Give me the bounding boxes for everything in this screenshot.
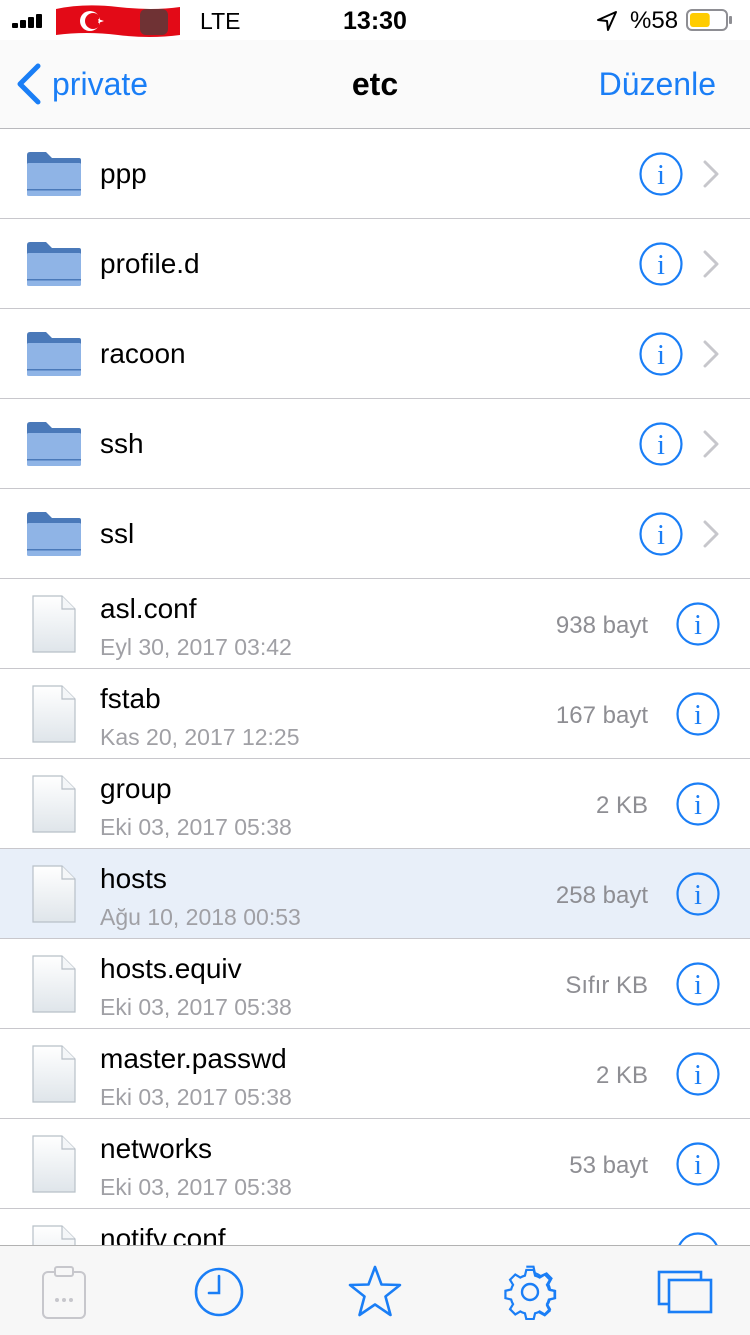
file-name: asl.conf [100,593,197,624]
file-icon [32,685,76,743]
edit-button[interactable]: Düzenle [599,66,716,103]
folder-name: profile.d [100,248,200,279]
info-icon[interactable]: i [676,1052,720,1096]
battery-percent: %58 [630,7,679,34]
info-icon[interactable]: i [639,152,683,196]
folder-icon [27,152,81,196]
file-icon [32,865,76,923]
folder-icon [27,332,81,376]
file-icon [32,595,76,653]
file-size: Sıfır KB [565,972,648,999]
folder-row[interactable]: ssl i [0,489,750,579]
svg-text:i: i [657,160,665,191]
info-icon[interactable]: i [676,782,720,826]
tab-bar [0,1245,750,1335]
svg-text:i: i [694,610,702,641]
battery-icon [686,9,732,31]
info-icon[interactable]: i [676,602,720,646]
folder-row[interactable]: racoon i [0,309,750,399]
file-date: Eki 03, 2017 05:38 [100,1084,292,1110]
file-icon [32,955,76,1013]
gear-icon[interactable] [502,1264,558,1320]
folder-name: ssl [100,518,135,549]
folder-icon [27,512,81,556]
folder-name: ppp [100,158,147,189]
location-arrow-icon [597,11,617,31]
file-name: group [100,773,172,804]
file-row[interactable]: group Eki 03, 2017 05:38 2 KB i [0,759,750,849]
svg-text:i: i [694,880,702,911]
clipboard-icon[interactable] [36,1264,92,1320]
chevron-right-icon [703,340,719,368]
file-row[interactable]: master.passwd Eki 03, 2017 05:38 2 KB i [0,1029,750,1119]
file-size: 167 bayt [555,702,648,729]
info-icon[interactable]: i [676,1142,720,1186]
navigation-bar: private etc Düzenle [0,40,750,129]
folder-row[interactable]: ssh i [0,399,750,489]
chevron-right-icon [703,250,719,278]
file-row-selected[interactable]: hosts Ağu 10, 2018 00:53 258 bayt i [0,849,750,939]
svg-text:i: i [657,520,665,551]
file-date: Eki 03, 2017 05:38 [100,1174,292,1200]
file-icon [32,775,76,833]
folder-icon [27,422,81,466]
chevron-right-icon [703,520,719,548]
file-row[interactable]: notify.conf i [0,1209,750,1245]
file-list: ppp i profile.d i racoon i ssh i ssl i a… [0,129,750,1245]
folder-name: racoon [100,338,186,369]
file-size: 53 bayt [569,1152,648,1179]
file-icon [32,1045,76,1103]
file-icon [32,1225,76,1245]
svg-text:i: i [694,700,702,731]
chevron-right-icon [703,430,719,458]
svg-text:i: i [694,1150,702,1181]
file-name: networks [100,1133,213,1164]
info-icon[interactable]: i [639,422,683,466]
file-row[interactable]: fstab Kas 20, 2017 12:25 167 bayt i [0,669,750,759]
svg-text:i: i [694,970,702,1001]
file-name: hosts.equiv [100,953,242,984]
file-date: Eki 03, 2017 05:38 [100,994,292,1020]
info-icon[interactable]: i [676,872,720,916]
file-name: notify.conf [100,1223,226,1245]
folder-name: ssh [100,428,144,459]
folder-row[interactable]: profile.d i [0,219,750,309]
folder-icon [27,242,81,286]
svg-text:i: i [657,250,665,281]
chevron-right-icon [703,160,719,188]
windows-icon[interactable] [657,1264,713,1320]
file-size: 258 bayt [555,882,648,909]
star-icon[interactable] [347,1264,403,1320]
history-icon[interactable] [191,1264,247,1320]
file-date: Eki 03, 2017 05:38 [100,814,292,840]
file-size: 938 bayt [555,612,648,639]
file-row[interactable]: networks Eki 03, 2017 05:38 53 bayt i [0,1119,750,1209]
file-row[interactable]: asl.conf Eyl 30, 2017 03:42 938 bayt i [0,579,750,669]
file-icon [32,1135,76,1193]
svg-text:i: i [657,340,665,371]
file-size: 2 KB [595,792,648,819]
info-icon[interactable]: i [676,1232,720,1245]
file-row[interactable]: hosts.equiv Eki 03, 2017 05:38 Sıfır KB … [0,939,750,1029]
file-name: fstab [100,683,161,714]
status-bar: LTE 13:30 %58 [0,0,750,40]
file-size: 2 KB [595,1062,648,1089]
folder-row[interactable]: ppp i [0,129,750,219]
file-name: master.passwd [100,1043,287,1074]
file-date: Eyl 30, 2017 03:42 [100,634,292,660]
info-icon[interactable]: i [639,242,683,286]
file-name: hosts [100,863,167,894]
info-icon[interactable]: i [676,962,720,1006]
info-icon[interactable]: i [676,692,720,736]
file-date: Ağu 10, 2018 00:53 [100,904,301,930]
svg-text:i: i [694,1060,702,1091]
svg-text:i: i [694,790,702,821]
info-icon[interactable]: i [639,512,683,556]
svg-text:i: i [657,430,665,461]
file-date: Kas 20, 2017 12:25 [100,724,300,750]
info-icon[interactable]: i [639,332,683,376]
